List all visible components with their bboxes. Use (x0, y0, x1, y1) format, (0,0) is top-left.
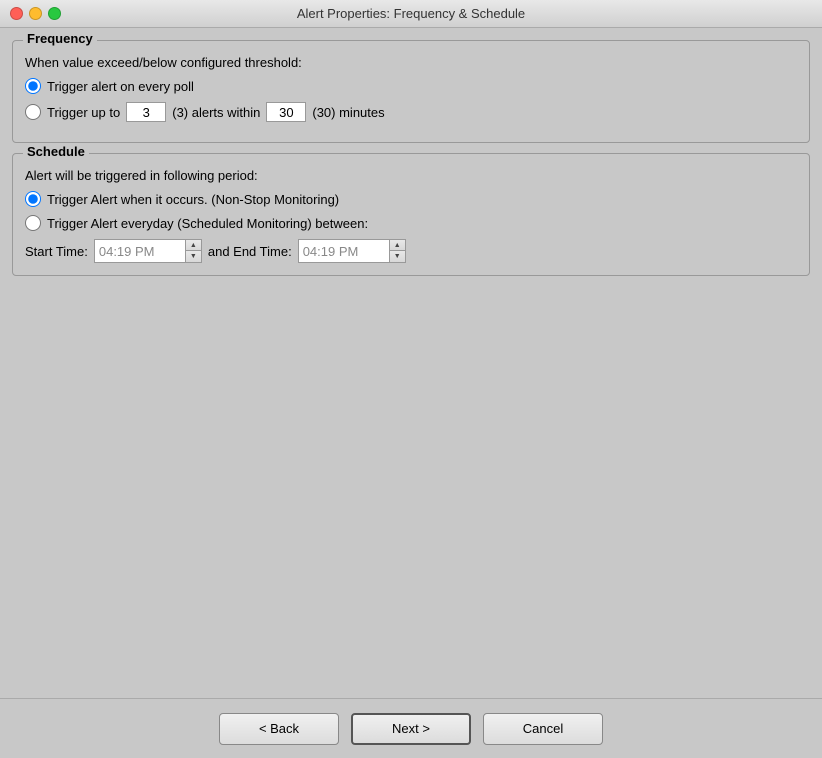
close-button[interactable] (10, 7, 23, 20)
frequency-count-input[interactable] (126, 102, 166, 122)
frequency-option1-row: Trigger alert on every poll (25, 78, 797, 94)
and-label: and End Time: (208, 244, 292, 259)
frequency-option1-label: Trigger alert on every poll (47, 79, 194, 94)
time-row: Start Time: ▲ ▼ and End Time: ▲ ▼ (25, 239, 797, 263)
window-title: Alert Properties: Frequency & Schedule (297, 6, 525, 21)
end-time-input[interactable] (299, 240, 389, 262)
frequency-option2-label-prefix: Trigger up to (47, 105, 120, 120)
traffic-lights (10, 7, 61, 20)
title-bar: Alert Properties: Frequency & Schedule (0, 0, 822, 28)
schedule-group: Schedule Alert will be triggered in foll… (12, 153, 810, 276)
schedule-title: Schedule (23, 144, 89, 159)
cancel-button[interactable]: Cancel (483, 713, 603, 745)
schedule-option1-label: Trigger Alert when it occurs. (Non-Stop … (47, 192, 339, 207)
frequency-option2-row: Trigger up to (3) alerts within (30) min… (25, 102, 797, 122)
end-time-wrapper: ▲ ▼ (298, 239, 406, 263)
start-time-spinner: ▲ ▼ (185, 240, 201, 262)
schedule-option2-label: Trigger Alert everyday (Scheduled Monito… (47, 216, 368, 231)
main-content: Frequency When value exceed/below config… (0, 28, 822, 698)
frequency-option1-radio[interactable] (25, 78, 41, 94)
frequency-description: When value exceed/below configured thres… (25, 55, 797, 70)
frequency-option2-label-suffix: (30) minutes (312, 105, 384, 120)
schedule-option1-row: Trigger Alert when it occurs. (Non-Stop … (25, 191, 797, 207)
schedule-description: Alert will be triggered in following per… (25, 168, 797, 183)
start-time-wrapper: ▲ ▼ (94, 239, 202, 263)
frequency-title: Frequency (23, 31, 97, 46)
end-time-down-button[interactable]: ▼ (390, 251, 405, 262)
back-button[interactable]: < Back (219, 713, 339, 745)
zoom-button[interactable] (48, 7, 61, 20)
start-time-down-button[interactable]: ▼ (186, 251, 201, 262)
button-bar: < Back Next > Cancel (0, 698, 822, 758)
start-time-input[interactable] (95, 240, 185, 262)
frequency-option2-label-middle: (3) alerts within (172, 105, 260, 120)
schedule-option1-radio[interactable] (25, 191, 41, 207)
schedule-option2-row: Trigger Alert everyday (Scheduled Monito… (25, 215, 797, 231)
schedule-option2-radio[interactable] (25, 215, 41, 231)
end-time-up-button[interactable]: ▲ (390, 240, 405, 251)
frequency-group: Frequency When value exceed/below config… (12, 40, 810, 143)
minimize-button[interactable] (29, 7, 42, 20)
start-time-up-button[interactable]: ▲ (186, 240, 201, 251)
frequency-option2-radio[interactable] (25, 104, 41, 120)
start-time-label: Start Time: (25, 244, 88, 259)
next-button[interactable]: Next > (351, 713, 471, 745)
end-time-spinner: ▲ ▼ (389, 240, 405, 262)
frequency-minutes-input[interactable] (266, 102, 306, 122)
